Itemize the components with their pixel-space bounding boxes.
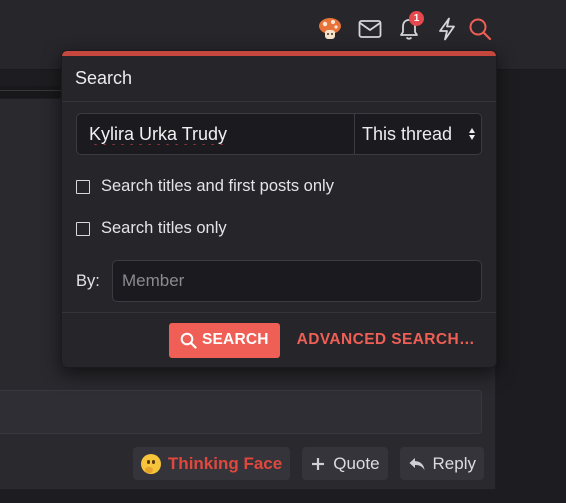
option-titles-first-posts[interactable]: Search titles and first posts only (76, 177, 482, 196)
search-row: This thread (76, 113, 482, 155)
search-icon[interactable] (465, 14, 495, 44)
reply-button[interactable]: Reply (399, 447, 484, 480)
quote-button[interactable]: Quote (302, 447, 388, 480)
plus-icon (312, 457, 325, 470)
alerts-badge: 1 (409, 11, 424, 26)
menu-footer: SEARCH ADVANCED SEARCH… (62, 312, 496, 367)
menu-body: This thread Search titles and first post… (62, 102, 496, 302)
avatar-mushroom-icon[interactable] (315, 14, 345, 44)
reply-label: Reply (432, 453, 476, 473)
option-titles-only[interactable]: Search titles only (76, 219, 482, 238)
scope-select[interactable]: This thread (354, 114, 481, 154)
quote-label: Quote (333, 453, 380, 473)
reaction-label: Thinking Face (167, 453, 283, 473)
post-actions: Thinking Face Quote Reply (132, 447, 484, 480)
checkbox[interactable] (76, 179, 90, 194)
by-label: By: (76, 271, 100, 290)
search-button-label: SEARCH (201, 331, 269, 348)
by-row: By: (76, 260, 482, 302)
menu-title: Search (75, 68, 133, 88)
option-label: Search titles only (101, 219, 227, 237)
menu-header: Search (62, 56, 496, 102)
checkbox[interactable] (76, 221, 90, 236)
post-divider (0, 90, 70, 91)
search-input[interactable] (77, 114, 354, 154)
search-submit-button[interactable]: SEARCH (168, 322, 280, 358)
scope-select-value: This thread (362, 123, 453, 144)
post-footer-strip (0, 390, 482, 434)
page-sidebar-gap (496, 70, 566, 503)
search-dropdown-menu: Search This thread Search titles and fir… (61, 50, 497, 368)
option-label: Search titles and first posts only (101, 177, 334, 195)
updown-arrows-icon (469, 128, 475, 140)
member-input[interactable] (112, 260, 482, 302)
search-icon (180, 332, 197, 349)
thinking-face-icon (140, 453, 161, 474)
lightning-icon[interactable] (432, 14, 462, 44)
bell-icon[interactable]: 1 (394, 11, 424, 44)
advanced-search-link[interactable]: ADVANCED SEARCH… (297, 331, 475, 349)
reaction-button[interactable]: Thinking Face (132, 447, 291, 480)
envelope-icon[interactable] (355, 14, 385, 44)
reply-arrow-icon (409, 457, 425, 470)
